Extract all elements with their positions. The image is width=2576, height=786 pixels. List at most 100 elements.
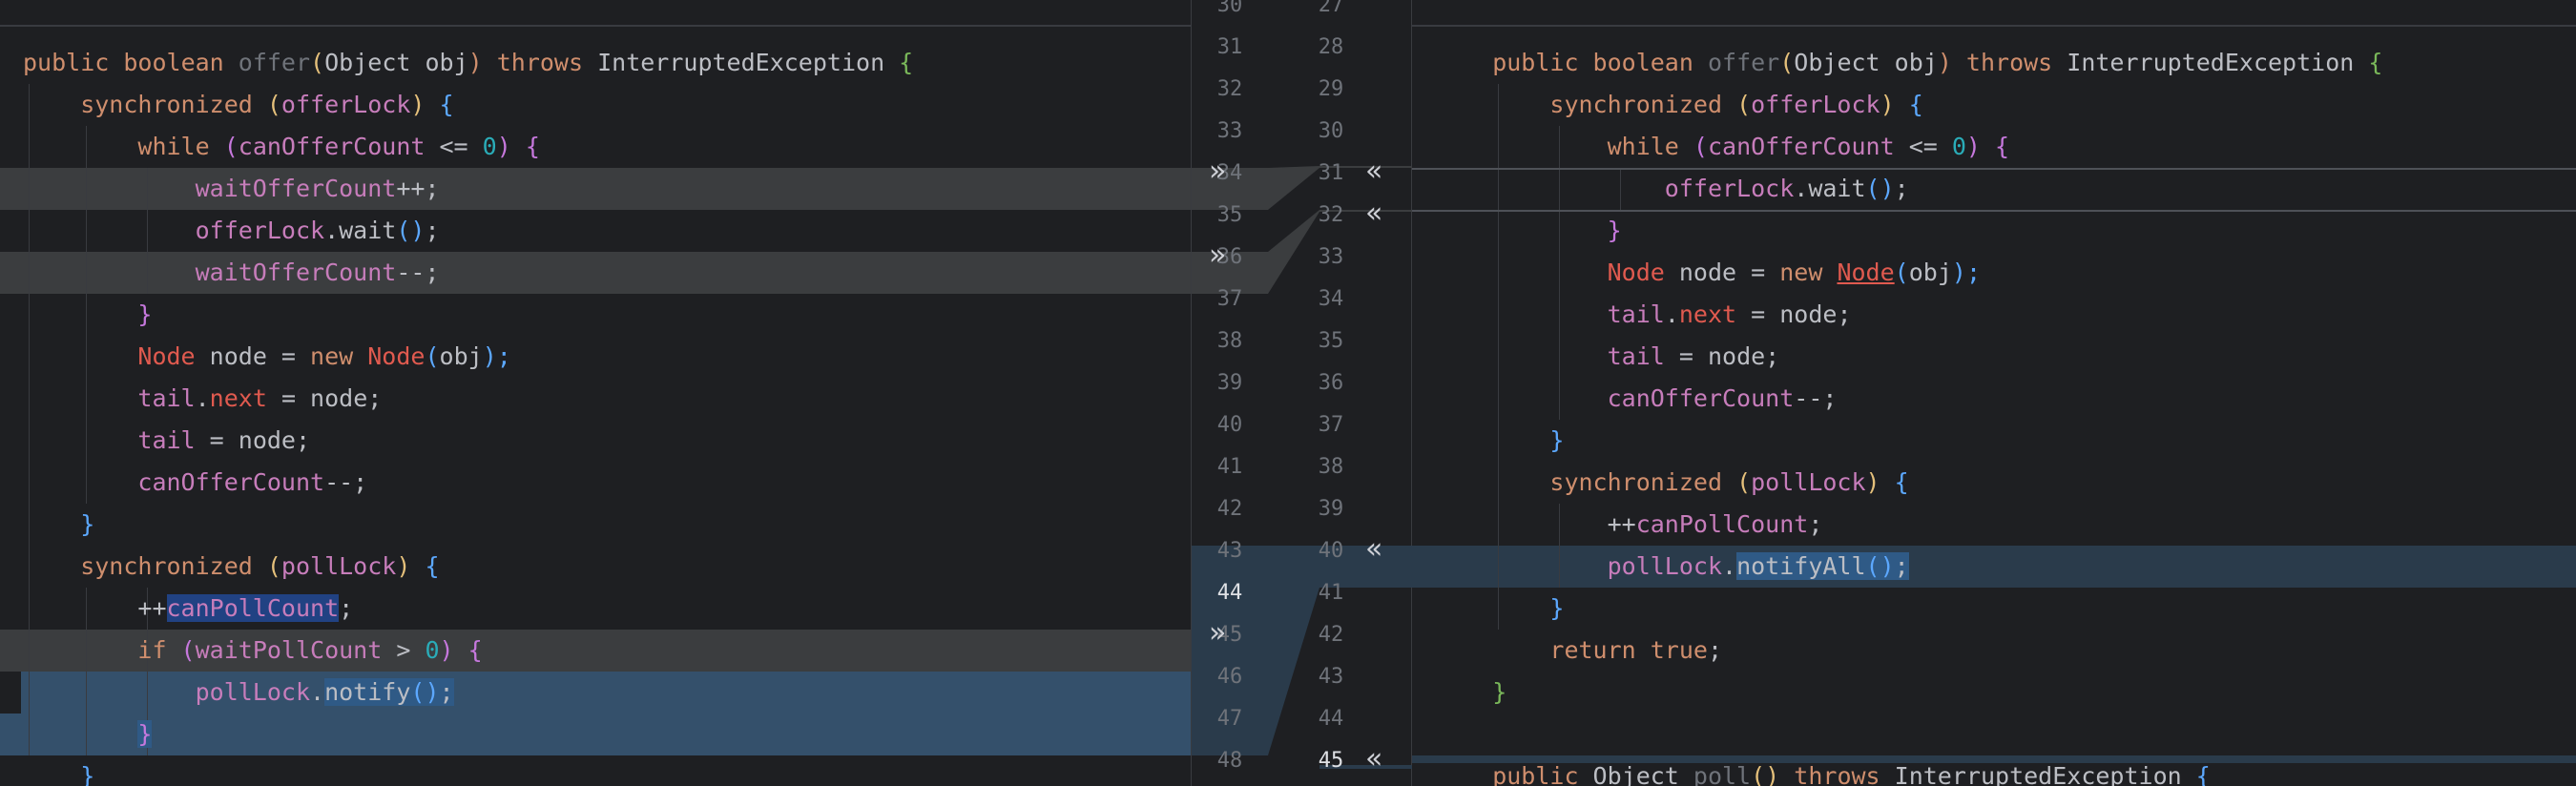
code-line[interactable]: tail.next = node; (1608, 294, 1852, 336)
code-token: offerLock (195, 217, 325, 244)
code-line[interactable]: pollLock.notifyAll(); (1608, 546, 1909, 588)
code-token: tail (137, 384, 196, 412)
code-line[interactable]: } (137, 714, 153, 755)
code-line[interactable]: offerLock.wait(); (196, 210, 440, 252)
code-token: ; (425, 217, 440, 244)
code-token: synchronized (80, 552, 267, 580)
code-line[interactable]: Node node = new Node(obj); (137, 336, 510, 378)
code-line[interactable]: synchronized (offerLock) { (80, 84, 453, 126)
right-editor-pane[interactable]: public boolean offer(Object obj) throws … (1412, 0, 2576, 786)
code-line[interactable]: while (canOfferCount <= 0) { (1608, 126, 2010, 168)
code-line[interactable]: ++canPollCount; (1608, 504, 1823, 546)
code-line[interactable]: } (1549, 420, 1564, 462)
code-line[interactable]: canOfferCount--; (137, 462, 367, 504)
code-token: ( (266, 91, 281, 118)
code-line[interactable]: tail.next = node; (137, 378, 382, 420)
code-token: new (310, 342, 368, 370)
code-token: 0 (1951, 133, 1966, 160)
apply-change-right-icon[interactable]: » (1209, 612, 1226, 654)
code-line[interactable]: } (1608, 210, 1622, 252)
code-line[interactable]: public Object poll() throws InterruptedE… (1492, 755, 2211, 786)
right-line-number: 45 (1318, 749, 1344, 773)
code-token: obj (1908, 259, 1952, 286)
code-token: while (1607, 133, 1693, 160)
apply-change-left-icon[interactable]: « (1365, 151, 1382, 193)
code-line[interactable]: synchronized (pollLock) { (1549, 462, 1908, 504)
pane-top-separator (1412, 25, 2576, 27)
code-line[interactable]: public boolean offer(Object obj) throws … (1492, 42, 2382, 84)
right-line-number: 44 (1318, 707, 1344, 731)
left-line-number: 48 (1216, 749, 1243, 773)
left-line-number: 41 (1216, 455, 1243, 479)
indent-guide (147, 168, 148, 294)
code-token: 0 (482, 133, 497, 160)
code-token: ); (1951, 259, 1981, 286)
code-token: ) (496, 133, 526, 160)
code-line[interactable]: } (80, 755, 94, 786)
code-token: ) throws (1937, 49, 2067, 76)
code-line[interactable]: offerLock.wait(); (1665, 168, 1909, 210)
code-line[interactable]: } (80, 504, 94, 546)
code-token: <= (425, 133, 483, 160)
code-line[interactable]: } (1492, 672, 1506, 714)
code-line[interactable]: canOfferCount--; (1608, 378, 1838, 420)
code-token: InterruptedException (1894, 762, 2196, 786)
code-line[interactable]: synchronized (pollLock) { (80, 546, 439, 588)
code-token: ) (396, 552, 426, 580)
code-line[interactable]: ++canPollCount; (137, 588, 353, 630)
code-token: Node (367, 342, 426, 370)
left-editor-pane[interactable]: public boolean offer(Object obj) throws … (0, 0, 1191, 786)
code-token: tail (1607, 300, 1665, 328)
apply-change-left-icon[interactable]: « (1365, 528, 1382, 570)
code-line[interactable]: while (canOfferCount <= 0) { (137, 126, 540, 168)
code-token: while (137, 133, 224, 160)
code-line[interactable]: waitOfferCount--; (196, 252, 440, 294)
code-token: next (209, 384, 267, 412)
apply-change-left-icon[interactable]: « (1365, 193, 1382, 235)
code-line[interactable]: tail = node; (137, 420, 310, 462)
apply-change-right-icon[interactable]: » (1209, 235, 1226, 277)
code-token: } (1607, 217, 1622, 244)
code-token: () (1865, 552, 1895, 580)
left-line-number: 38 (1216, 329, 1243, 353)
code-token: { (467, 636, 483, 664)
code-token: synchronized (1549, 91, 1737, 118)
code-line[interactable]: pollLock.notify(); (196, 672, 454, 714)
code-line[interactable]: return true; (1549, 630, 1722, 672)
code-token: notifyAll (1736, 552, 1866, 580)
code-token: = node; (266, 384, 383, 412)
code-token: } (80, 510, 95, 538)
code-line[interactable]: } (137, 294, 152, 336)
code-token: { (1894, 468, 1909, 496)
code-token: synchronized (1549, 468, 1737, 496)
code-line[interactable]: Node node = new Node(obj); (1608, 252, 1981, 294)
code-token: Node (1837, 259, 1895, 286)
code-line[interactable]: public boolean offer(Object obj) throws … (23, 42, 913, 84)
code-token: ); (482, 342, 511, 370)
code-token: Object (1592, 762, 1693, 786)
code-token: public boolean (23, 49, 239, 76)
code-line[interactable]: if (waitPollCount > 0) { (137, 630, 482, 672)
apply-change-right-icon[interactable]: » (1209, 151, 1226, 193)
apply-change-left-icon[interactable]: « (1365, 738, 1382, 780)
indent-guide (29, 84, 30, 755)
code-token: ) (410, 91, 440, 118)
indent-guide (1498, 84, 1499, 630)
code-line[interactable]: tail = node; (1608, 336, 1780, 378)
right-line-number: 41 (1318, 581, 1344, 605)
code-token: tail (137, 426, 196, 454)
code-token: notify (324, 678, 411, 706)
code-token: ( (1779, 49, 1795, 76)
diff-highlight (0, 168, 1191, 210)
code-token: --; (324, 468, 368, 496)
code-token: public boolean (1492, 49, 1708, 76)
left-line-number: 44 (1216, 581, 1243, 605)
code-line[interactable]: } (1549, 588, 1564, 630)
code-token: Node (137, 342, 196, 370)
code-token: { (899, 49, 914, 76)
code-token: ( (223, 133, 239, 160)
code-token: { (425, 552, 440, 580)
left-line-number: 33 (1216, 119, 1243, 143)
code-line[interactable]: synchronized (offerLock) { (1549, 84, 1922, 126)
code-line[interactable]: waitOfferCount++; (196, 168, 440, 210)
